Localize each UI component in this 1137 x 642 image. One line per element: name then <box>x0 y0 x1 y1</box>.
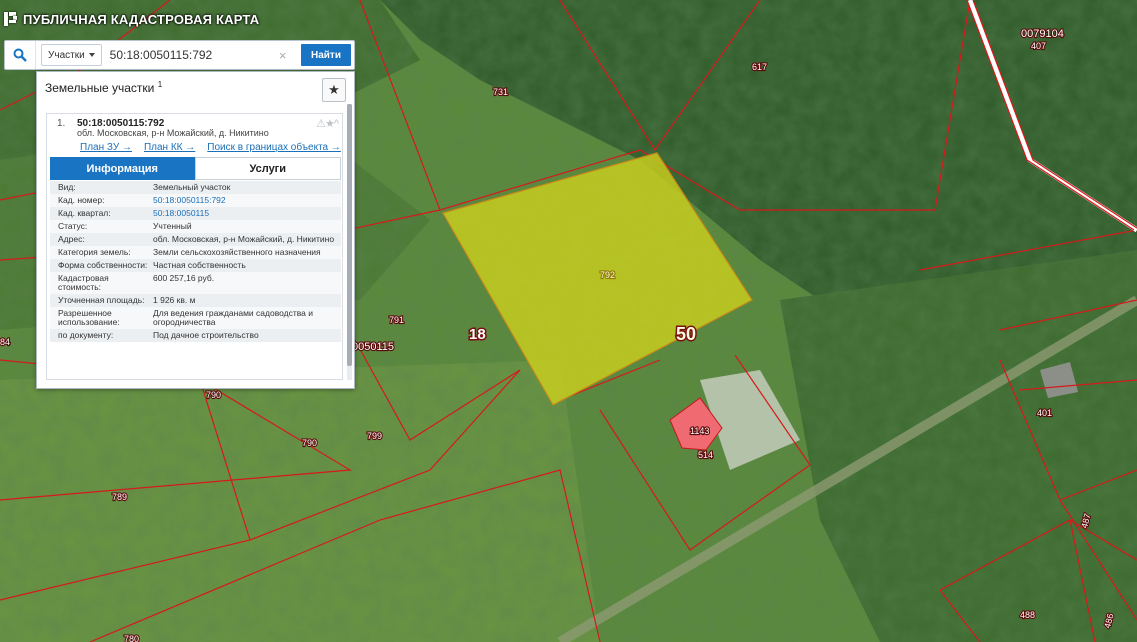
property-row: Уточненная площадь: 1 926 кв. м <box>50 294 341 307</box>
property-value: Частная собственность <box>153 260 246 270</box>
star-icon[interactable]: ★ <box>322 78 346 102</box>
panel-title: Земельные участки 1 <box>45 80 162 95</box>
property-key: Уточненная площадь: <box>58 295 145 305</box>
property-key: Разрешенное использование: <box>58 308 120 327</box>
property-key: по документу: <box>58 330 114 340</box>
cad-number-link[interactable]: 50:18:0050115:792 <box>153 196 341 205</box>
property-key: Кад. квартал: <box>58 208 111 218</box>
property-value: Земли сельскохозяйственного назначения <box>153 247 321 257</box>
app-title: ПУБЛИЧНАЯ КАДАСТРОВАЯ КАРТА <box>23 11 260 27</box>
property-value: обл. Московская, р-н Можайский, д. Никит… <box>153 234 335 244</box>
label-1143: 1143 <box>690 426 709 436</box>
card-tools-icons[interactable]: ⚠★^ <box>316 117 339 130</box>
parcel-card: 1. 50:18:0050115:792 обл. Московская, р-… <box>46 113 343 380</box>
label-488: 488 <box>1020 610 1035 620</box>
label-514: 514 <box>698 450 713 460</box>
label-0079104: 0079104 <box>1021 28 1064 40</box>
property-key: Статус: <box>58 221 88 231</box>
property-value: 600 257,16 руб. <box>153 273 215 283</box>
property-row: Категория земель: Земли сельскохозяйствен… <box>50 246 341 259</box>
property-value: 1 926 кв. м <box>153 295 196 305</box>
search-icon[interactable] <box>5 41 36 69</box>
property-value: Для ведения гражданами садоводства и ого… <box>153 308 314 327</box>
property-row: Адрес: обл. Московская, р-н Можайский, д.… <box>50 233 341 246</box>
panel-scrollbar[interactable] <box>347 104 352 380</box>
panel-title-text: Земельные участки <box>45 81 155 95</box>
label-401: 401 <box>1037 408 1052 418</box>
label-799: 799 <box>367 431 382 441</box>
cad-quarter-link[interactable]: 50:18:0050115 <box>153 209 341 218</box>
property-key: Форма собственности: <box>58 260 148 270</box>
label-780: 780 <box>124 634 139 642</box>
search-in-bounds-link[interactable]: Поиск в границах объекта → <box>207 142 341 153</box>
result-count: 1 <box>157 80 163 89</box>
property-row: Статус: Учтенный <box>50 220 341 233</box>
property-row: Кад. номер: 50:18:0050115:792 <box>50 194 341 207</box>
property-value: Земельный участок <box>153 182 231 192</box>
label-790b: 790 <box>302 438 317 448</box>
plan-kk-link[interactable]: План КК → <box>144 142 195 153</box>
label-0050115: 0050115 <box>352 341 394 353</box>
label-791: 791 <box>389 315 404 325</box>
label-790a: 790 <box>206 390 221 400</box>
property-row: Кад. квартал: 50:18:0050115 <box>50 207 341 220</box>
results-panel: Земельные участки 1 ★ 1. 50:18:0050115:7… <box>36 71 355 389</box>
property-key: Кад. номер: <box>58 195 105 205</box>
label-quarter-18: 18 <box>469 326 486 343</box>
clear-icon[interactable]: × <box>275 48 291 63</box>
property-value: Учтенный <box>153 221 192 231</box>
property-row: Форма собственности: Частная собственност… <box>50 259 341 272</box>
properties-table: Вид: Земельный участок Кад. номер: 50:18:0… <box>50 181 341 342</box>
chevron-down-icon <box>88 53 95 57</box>
app-header: ПУБЛИЧНАЯ КАДАСТРОВАЯ КАРТА <box>0 6 259 32</box>
label-84: 84 <box>0 337 10 347</box>
property-row: по документу: Под дачное строительство <box>50 329 341 342</box>
property-row: Вид: Земельный участок <box>50 181 341 194</box>
search-input[interactable] <box>109 45 275 65</box>
find-button[interactable]: Найти <box>301 44 351 66</box>
card-tabs: Информация Услуги <box>50 157 341 180</box>
label-789: 789 <box>112 492 127 502</box>
parcel-address: обл. Московская, р-н Можайский, д. Никит… <box>77 128 269 138</box>
label-407: 407 <box>1031 41 1046 51</box>
label-quarter-50: 50 <box>676 324 696 344</box>
tab-services[interactable]: Услуги <box>194 157 341 180</box>
property-key: Вид: <box>58 182 76 192</box>
property-row: Разрешенное использование: Для ведения гр… <box>50 307 341 329</box>
label-731: 731 <box>493 87 508 97</box>
plan-zu-link[interactable]: План ЗУ → <box>80 142 132 153</box>
scrollbar-thumb[interactable] <box>347 104 352 366</box>
object-type-select[interactable]: Участки <box>41 44 102 66</box>
tab-information[interactable]: Информация <box>50 157 195 180</box>
search-bar: Участки × Найти <box>4 40 355 70</box>
label-792: 792 <box>600 270 615 280</box>
property-row: Кадастровая стоимость: 600 257,16 руб. <box>50 272 341 294</box>
property-value: Под дачное строительство <box>153 330 259 340</box>
label-617: 617 <box>752 62 767 72</box>
pkk-logo-icon <box>4 12 18 26</box>
card-links: План ЗУ → План КК → Поиск в границах объ… <box>80 142 341 153</box>
property-key: Кадастровая стоимость: <box>58 273 109 292</box>
result-index: 1. <box>57 118 66 129</box>
object-type-label: Участки <box>48 49 85 61</box>
property-key: Категория земель: <box>58 247 131 257</box>
property-key: Адрес: <box>58 234 85 244</box>
